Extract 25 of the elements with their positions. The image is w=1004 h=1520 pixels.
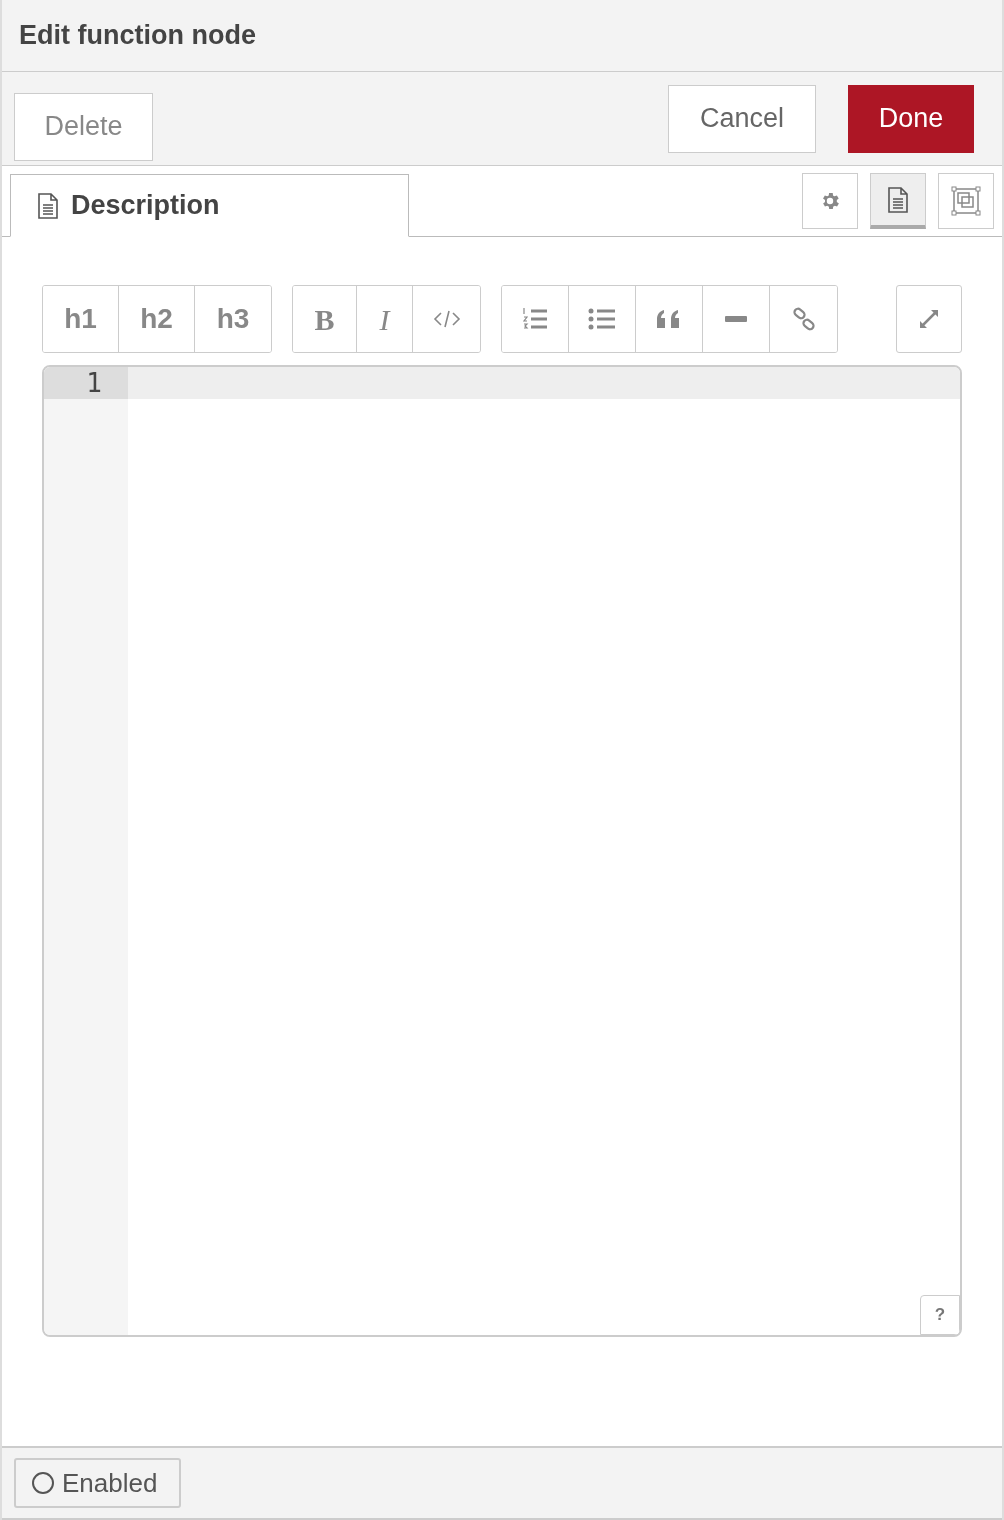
- document-icon: [887, 186, 909, 213]
- cancel-button[interactable]: Cancel: [668, 84, 816, 153]
- tab-label: Description: [71, 189, 220, 223]
- document-icon: [37, 192, 59, 219]
- help-button[interactable]: ?: [920, 1295, 960, 1335]
- numbered-list-icon: [521, 306, 549, 332]
- quote-icon: [656, 309, 682, 329]
- delete-button[interactable]: Delete: [14, 92, 153, 161]
- expand-icon: [917, 307, 941, 331]
- dialog-title: Edit function node: [19, 19, 256, 53]
- side-tab[interactable]: [802, 173, 858, 229]
- frames-icon: [951, 186, 981, 216]
- link-icon: [791, 307, 816, 331]
- done-button[interactable]: Done: [848, 84, 974, 153]
- format-button[interactable]: [502, 286, 569, 352]
- side-tab[interactable]: [938, 173, 994, 229]
- description-tab[interactable]: Description: [10, 174, 409, 237]
- side-tab[interactable]: [870, 173, 926, 229]
- code-editor[interactable]: 1 ?: [42, 365, 962, 1337]
- heading-button[interactable]: h1: [43, 286, 119, 352]
- enabled-toggle[interactable]: Enabled: [14, 1458, 181, 1508]
- line-number: 1: [44, 367, 128, 399]
- bold-button[interactable]: B: [293, 286, 357, 352]
- code-icon: [432, 309, 461, 329]
- bullet-list-icon: [588, 308, 616, 330]
